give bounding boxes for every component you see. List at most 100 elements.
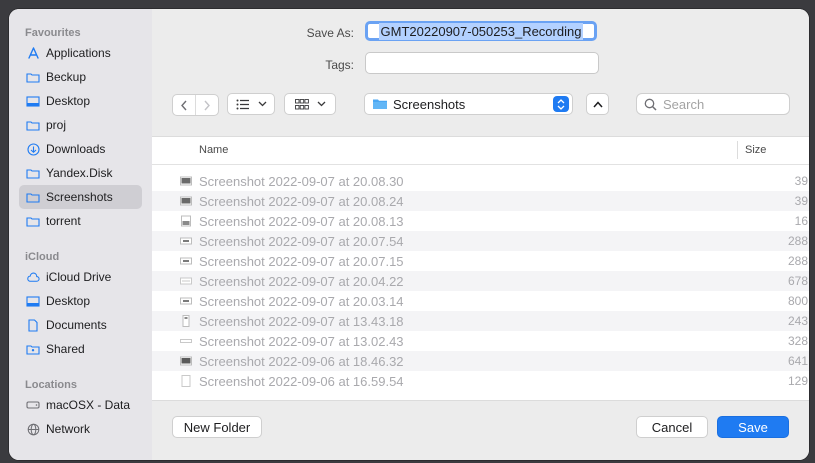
column-header-name[interactable]: Name (199, 144, 228, 156)
sidebar-item-torrent[interactable]: torrent (19, 209, 142, 233)
save-as-label: Save As: (306, 26, 354, 40)
image-file-icon (180, 356, 192, 366)
image-file-icon (180, 339, 192, 343)
back-button[interactable] (173, 95, 196, 115)
folder-icon (373, 99, 387, 109)
search-icon (644, 98, 657, 111)
file-size: 288 (787, 254, 808, 268)
sidebar-item-label: torrent (46, 214, 81, 228)
back-forward-group (172, 94, 219, 116)
file-size: 641 (787, 354, 808, 368)
sidebar-section-icloud: iCloud (25, 251, 60, 263)
tags-field[interactable] (365, 52, 599, 74)
save-as-field[interactable]: GMT20220907-050253_Recording (365, 21, 597, 41)
file-size: 800 (787, 294, 808, 308)
sidebar-item-label: Desktop (46, 94, 91, 108)
drive-icon (26, 398, 40, 412)
sidebar-item-desktop[interactable]: Desktop (19, 89, 142, 113)
file-row: Screenshot 2022-09-07 at 20.08.30 39 (152, 171, 809, 191)
sidebar-item-label: Desktop (46, 294, 91, 308)
file-name: Screenshot 2022-09-07 at 13.43.18 (199, 314, 404, 329)
sidebar-item-label: iCloud Drive (46, 270, 112, 284)
list-view-icon (236, 99, 249, 109)
sidebar-item-beckup[interactable]: Beckup (19, 65, 142, 89)
file-name: Screenshot 2022-09-07 at 20.03.14 (199, 294, 404, 309)
file-name: Screenshot 2022-09-07 at 20.08.13 (199, 214, 404, 229)
sidebar-item-yandex-disk[interactable]: Yandex.Disk (19, 161, 142, 185)
file-size: 39 (794, 194, 808, 208)
save-button[interactable]: Save (717, 416, 789, 438)
chevron-down-icon (317, 101, 325, 107)
save-dialog: Favourites Applications Beckup Desktop p… (9, 9, 809, 460)
sidebar-item-label: Downloads (46, 142, 106, 156)
sidebar-item-downloads[interactable]: Downloads (19, 137, 142, 161)
file-row: Screenshot 2022-09-07 at 20.03.14 800 (152, 291, 809, 311)
cancel-button[interactable]: Cancel (636, 416, 708, 438)
folder-icon (26, 214, 40, 228)
chevron-down-icon (258, 101, 266, 107)
group-view-button[interactable] (284, 93, 336, 115)
image-file-icon (180, 277, 192, 285)
location-select[interactable]: Screenshots (364, 93, 573, 115)
image-file-icon (180, 237, 192, 245)
save-as-value: GMT20220907-050253_Recording (378, 22, 584, 40)
sidebar: Favourites Applications Beckup Desktop p… (9, 9, 153, 460)
file-rows: Screenshot 2022-09-07 at 20.08.30 39 Scr… (152, 171, 809, 391)
search-field[interactable]: Search (636, 93, 790, 115)
file-size: 16 (794, 214, 808, 228)
sidebar-item-label: Yandex.Disk (46, 166, 113, 180)
new-folder-button[interactable]: New Folder (172, 416, 262, 438)
chevron-up-icon (592, 100, 603, 107)
file-size: 678 (787, 274, 808, 288)
sidebar-item-proj[interactable]: proj (19, 113, 142, 137)
file-row: Screenshot 2022-09-07 at 20.07.54 288 (152, 231, 809, 251)
file-name: Screenshot 2022-09-07 at 20.04.22 (199, 274, 404, 289)
file-row: Screenshot 2022-09-06 at 16.59.54 129 (152, 371, 809, 391)
folder-icon (26, 166, 40, 180)
list-view-button[interactable] (227, 93, 275, 115)
chevron-right-icon (204, 100, 210, 110)
sidebar-item-label: Applications (46, 46, 111, 60)
file-size: 129 (787, 374, 808, 388)
file-size: 39 (794, 174, 808, 188)
sidebar-item-icloud-desktop[interactable]: Desktop (19, 289, 142, 313)
document-icon (26, 318, 40, 332)
file-name: Screenshot 2022-09-07 at 13.02.43 (199, 334, 404, 349)
tags-label: Tags: (325, 58, 354, 72)
sidebar-item-label: proj (46, 118, 67, 132)
location-stepper (553, 96, 569, 112)
sidebar-item-label: Shared (46, 342, 85, 356)
file-list[interactable]: Name Size Screenshot 2022-09-07 at 20.08… (152, 136, 809, 401)
image-file-icon (180, 297, 192, 305)
collapse-button[interactable] (586, 93, 609, 115)
sidebar-item-label: Screenshots (46, 190, 113, 204)
file-row: Screenshot 2022-09-07 at 13.02.43 328 (152, 331, 809, 351)
sidebar-item-label: macOSX - Data (46, 398, 131, 412)
file-row: Screenshot 2022-09-07 at 20.04.22 678 (152, 271, 809, 291)
file-name: Screenshot 2022-09-06 at 16.59.54 (199, 374, 404, 389)
sidebar-item-label: Documents (46, 318, 107, 332)
forward-button[interactable] (196, 95, 218, 115)
sidebar-item-applications[interactable]: Applications (19, 41, 142, 65)
file-size: 288 (787, 234, 808, 248)
sidebar-item-screenshots[interactable]: Screenshots (19, 185, 142, 209)
file-row: Screenshot 2022-09-07 at 20.08.24 39 (152, 191, 809, 211)
file-size: 328 (787, 334, 808, 348)
applications-icon (26, 46, 40, 60)
downloads-icon (26, 142, 40, 156)
image-file-icon (182, 315, 190, 327)
file-name: Screenshot 2022-09-07 at 20.08.24 (199, 194, 404, 209)
sidebar-section-locations: Locations (25, 379, 77, 391)
sidebar-item-macosx-data[interactable]: macOSX - Data (19, 393, 142, 417)
file-name: Screenshot 2022-09-07 at 20.08.30 (199, 174, 404, 189)
image-file-icon (180, 176, 192, 186)
sidebar-item-shared[interactable]: Shared (19, 337, 142, 361)
sidebar-item-network[interactable]: Network (19, 417, 142, 441)
column-divider (737, 141, 738, 159)
column-header-size[interactable]: Size (745, 144, 766, 156)
file-name: Screenshot 2022-09-06 at 18.46.32 (199, 354, 404, 369)
sidebar-item-documents[interactable]: Documents (19, 313, 142, 337)
image-file-icon (181, 375, 191, 387)
sidebar-item-icloud-drive[interactable]: iCloud Drive (19, 265, 142, 289)
file-row: Screenshot 2022-09-07 at 20.07.15 288 (152, 251, 809, 271)
